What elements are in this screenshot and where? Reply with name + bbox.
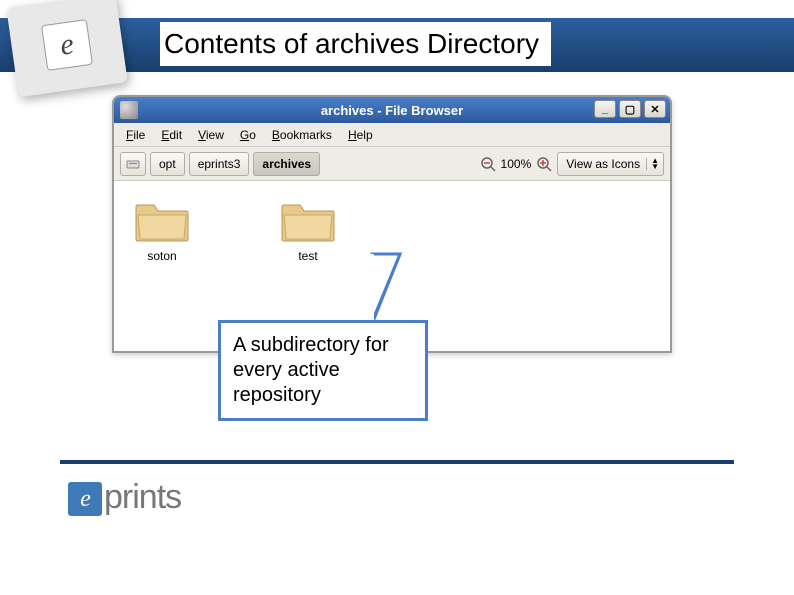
view-mode-selector[interactable]: View as Icons ▲▼: [557, 152, 664, 176]
logo-letter: e: [41, 19, 93, 71]
breadcrumb-eprints3[interactable]: eprints3: [189, 152, 250, 176]
footer-logo-badge: e: [68, 482, 102, 516]
footer-logo-text: prints: [104, 478, 181, 516]
titlebar[interactable]: archives - File Browser _ ▢ ✕: [114, 97, 670, 123]
slide-logo: e: [6, 0, 127, 97]
app-icon: [120, 101, 138, 119]
zoom-in-icon[interactable]: [535, 155, 553, 173]
maximize-button[interactable]: ▢: [619, 100, 641, 118]
chevron-updown-icon: ▲▼: [646, 158, 659, 170]
window-title: archives - File Browser: [114, 103, 670, 118]
menu-view[interactable]: View: [192, 126, 230, 144]
folder-soton[interactable]: soton: [134, 199, 190, 263]
folder-icon: [280, 199, 336, 243]
folder-icon: [134, 199, 190, 243]
footer-divider: [60, 460, 734, 464]
folder-test[interactable]: test: [280, 199, 336, 263]
menu-file[interactable]: File: [120, 126, 151, 144]
minimize-button[interactable]: _: [594, 100, 616, 118]
breadcrumb-archives[interactable]: archives: [253, 152, 320, 176]
file-browser-window: archives - File Browser _ ▢ ✕ File Edit …: [112, 95, 672, 353]
slide-title: Contents of archives Directory: [160, 22, 551, 66]
folder-label: test: [298, 249, 317, 263]
folder-label: soton: [147, 249, 176, 263]
close-button[interactable]: ✕: [644, 100, 666, 118]
zoom-out-icon[interactable]: [479, 155, 497, 173]
zoom-controls: 100%: [479, 155, 554, 173]
breadcrumb-opt[interactable]: opt: [150, 152, 185, 176]
menu-bookmarks[interactable]: Bookmarks: [266, 126, 338, 144]
zoom-label: 100%: [501, 157, 532, 171]
callout-annotation: A subdirectory for every active reposito…: [218, 320, 428, 421]
window-controls: _ ▢ ✕: [594, 100, 666, 118]
toolbar: opt eprints3 archives 100% View as Icons…: [114, 147, 670, 181]
menu-edit[interactable]: Edit: [155, 126, 188, 144]
menubar: File Edit View Go Bookmarks Help: [114, 123, 670, 147]
menu-help[interactable]: Help: [342, 126, 379, 144]
breadcrumb-home-button[interactable]: [120, 152, 146, 176]
drive-icon: [126, 158, 140, 170]
menu-go[interactable]: Go: [234, 126, 262, 144]
footer-logo: eprints: [68, 478, 181, 517]
view-mode-label: View as Icons: [566, 157, 640, 171]
